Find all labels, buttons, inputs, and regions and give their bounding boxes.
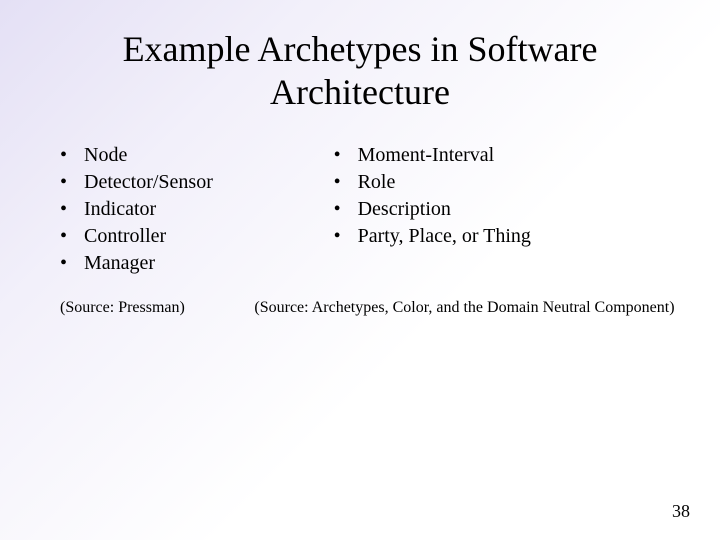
- page-number: 38: [672, 501, 690, 522]
- right-bullet-list: Moment-Interval Role Description Party, …: [334, 142, 690, 250]
- left-bullet-list: Node Detector/Sensor Indicator Controlle…: [60, 142, 334, 277]
- list-item: Description: [334, 196, 690, 223]
- left-source: (Source: Pressman): [30, 299, 254, 317]
- right-column: Moment-Interval Role Description Party, …: [334, 142, 690, 277]
- left-column: Node Detector/Sensor Indicator Controlle…: [30, 142, 334, 277]
- list-item: Indicator: [60, 196, 334, 223]
- slide: Example Archetypes in Software Architect…: [0, 0, 720, 540]
- list-item: Manager: [60, 250, 334, 277]
- sources-row: (Source: Pressman) (Source: Archetypes, …: [30, 299, 690, 317]
- list-item: Controller: [60, 223, 334, 250]
- list-item: Moment-Interval: [334, 142, 690, 169]
- slide-title: Example Archetypes in Software Architect…: [90, 28, 630, 114]
- list-item: Role: [334, 169, 690, 196]
- columns: Node Detector/Sensor Indicator Controlle…: [30, 142, 690, 277]
- right-source: (Source: Archetypes, Color, and the Doma…: [254, 299, 690, 317]
- list-item: Node: [60, 142, 334, 169]
- list-item: Party, Place, or Thing: [334, 223, 690, 250]
- list-item: Detector/Sensor: [60, 169, 334, 196]
